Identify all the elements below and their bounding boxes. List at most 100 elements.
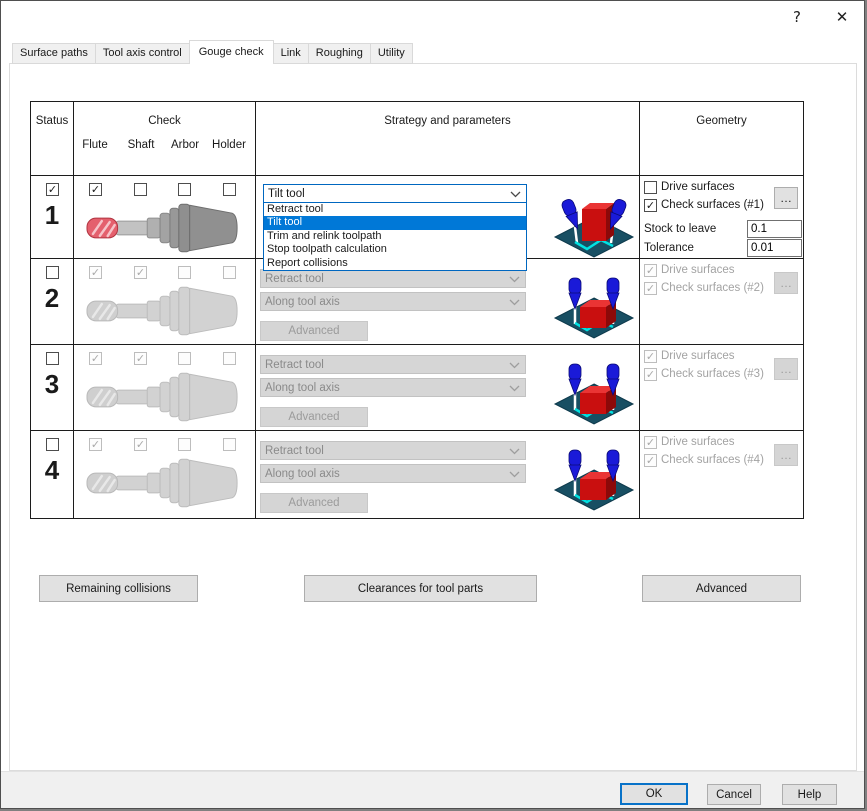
- row3-holder-checkbox: [223, 352, 236, 365]
- dropdown-option-retract-tool[interactable]: Retract tool: [264, 203, 526, 216]
- row3-collision-action-combobox: Retract tool: [260, 355, 526, 374]
- row3-shaft-checkbox: ✓: [134, 352, 147, 365]
- stock-to-leave-input[interactable]: [747, 220, 802, 238]
- chevron-down-icon: [509, 299, 520, 306]
- row1-holder-checkbox[interactable]: [223, 183, 236, 196]
- row4-check-cell: ✓ ✓: [74, 431, 256, 518]
- chevron-down-icon: [509, 385, 520, 392]
- row3-check-surfaces-checkbox: ✓: [644, 368, 657, 381]
- row1-flute-checkbox[interactable]: ✓: [89, 183, 102, 196]
- row1-strategy-cell: Tilt tool Retract tool Tilt tool Trim an…: [256, 176, 640, 259]
- dialog-footer: OK Cancel Help: [1, 771, 864, 809]
- row2-tool-assembly-icon: [86, 284, 246, 338]
- tab-gouge-check[interactable]: Gouge check: [189, 40, 274, 64]
- row2-retract-method-combobox: Along tool axis: [260, 292, 526, 311]
- row3-geometry-cell: ✓ Drive surfaces ✓ Check surfaces (#3) …: [640, 345, 803, 431]
- row4-retract-method-combobox: Along tool axis: [260, 464, 526, 483]
- header-flute: Flute: [82, 139, 108, 151]
- row3-select-surfaces-button: …: [774, 358, 798, 380]
- row4-holder-checkbox: [223, 438, 236, 451]
- row1-strategy-dropdown-list: Retract tool Tilt tool Trim and relink t…: [263, 202, 527, 271]
- chevron-down-icon: [509, 362, 520, 369]
- cancel-button[interactable]: Cancel: [707, 784, 761, 805]
- tab-bar: Surface paths Tool axis control Gouge ch…: [12, 40, 412, 64]
- row1-check-surfaces-checkbox[interactable]: ✓: [644, 199, 657, 212]
- row2-strategy-preview-icon: [549, 274, 639, 340]
- row1-drive-surfaces-checkbox[interactable]: [644, 181, 657, 194]
- header-arbor: Arbor: [171, 139, 199, 151]
- dropdown-option-trim-relink[interactable]: Trim and relink toolpath: [264, 230, 526, 243]
- row3-number: 3: [31, 369, 73, 400]
- row1-arbor-checkbox[interactable]: [178, 183, 191, 196]
- dropdown-option-stop-calculation[interactable]: Stop toolpath calculation: [264, 243, 526, 256]
- row3-advanced-button: Advanced: [260, 407, 368, 427]
- row2-strategy-cell: Retract tool Along tool axis Advanced: [256, 259, 640, 345]
- row1-strategy-combobox[interactable]: Tilt tool: [263, 184, 527, 203]
- header-geometry: Geometry: [640, 102, 803, 176]
- row1-shaft-checkbox[interactable]: [134, 183, 147, 196]
- row3-arbor-checkbox: [178, 352, 191, 365]
- row4-tool-assembly-icon: [86, 456, 246, 510]
- row4-strategy-cell: Retract tool Along tool axis Advanced: [256, 431, 640, 518]
- row4-select-surfaces-button: …: [774, 444, 798, 466]
- row3-retract-method-combobox: Along tool axis: [260, 378, 526, 397]
- row4-drive-surfaces-label: Drive surfaces: [661, 436, 735, 448]
- row4-status-checkbox[interactable]: [46, 438, 59, 451]
- tab-link[interactable]: Link: [273, 43, 309, 64]
- row2-collision-action-combobox: Retract tool: [260, 269, 526, 288]
- close-icon[interactable]: ✕: [829, 5, 855, 29]
- row4-drive-surfaces-checkbox: ✓: [644, 436, 657, 449]
- row3-status-checkbox[interactable]: [46, 352, 59, 365]
- row2-drive-surfaces-label: Drive surfaces: [661, 264, 735, 276]
- row3-drive-surfaces-checkbox: ✓: [644, 350, 657, 363]
- tolerance-input[interactable]: [747, 239, 802, 257]
- row4-advanced-button: Advanced: [260, 493, 368, 513]
- dialog-help-icon[interactable]: ?: [784, 5, 810, 29]
- row2-holder-checkbox: [223, 266, 236, 279]
- row4-shaft-checkbox: ✓: [134, 438, 147, 451]
- tab-surface-paths[interactable]: Surface paths: [12, 43, 96, 64]
- gouge-check-table: Status Check Flute Shaft Arbor Holder St…: [30, 101, 804, 519]
- header-shaft: Shaft: [128, 139, 155, 151]
- gouge-check-dialog: ? ✕ Surface paths Tool axis control Goug…: [0, 0, 865, 809]
- chevron-down-icon: [509, 448, 520, 455]
- row3-strategy-preview-icon: [549, 360, 639, 426]
- row1-status-cell: ✓ 1: [31, 176, 74, 259]
- row2-shaft-checkbox: ✓: [134, 266, 147, 279]
- row1-status-checkbox[interactable]: ✓: [46, 183, 59, 196]
- row1-select-surfaces-button[interactable]: …: [774, 187, 798, 209]
- tab-utility[interactable]: Utility: [370, 43, 413, 64]
- help-button[interactable]: Help: [782, 784, 837, 805]
- row1-tool-assembly-icon: [86, 201, 246, 255]
- row4-arbor-checkbox: [178, 438, 191, 451]
- row4-number: 4: [31, 455, 73, 486]
- row1-number: 1: [31, 200, 73, 231]
- header-check: Check Flute Shaft Arbor Holder: [74, 102, 256, 176]
- tab-tool-axis-control[interactable]: Tool axis control: [95, 43, 190, 64]
- row4-check-surfaces-checkbox: ✓: [644, 454, 657, 467]
- row2-check-cell: ✓ ✓: [74, 259, 256, 345]
- clearances-for-tool-parts-button[interactable]: Clearances for tool parts: [304, 575, 537, 602]
- row1-check-surfaces-label: Check surfaces (#1): [661, 199, 764, 211]
- row2-status-checkbox[interactable]: [46, 266, 59, 279]
- stock-to-leave-label: Stock to leave: [644, 223, 716, 235]
- tab-roughing[interactable]: Roughing: [308, 43, 371, 64]
- header-strategy: Strategy and parameters: [256, 102, 640, 176]
- row3-strategy-cell: Retract tool Along tool axis Advanced: [256, 345, 640, 431]
- dropdown-option-tilt-tool[interactable]: Tilt tool: [264, 216, 526, 229]
- row2-advanced-button: Advanced: [260, 321, 368, 341]
- advanced-button[interactable]: Advanced: [642, 575, 801, 602]
- row2-select-surfaces-button: …: [774, 272, 798, 294]
- dropdown-option-report-collisions[interactable]: Report collisions: [264, 257, 526, 270]
- remaining-collisions-button[interactable]: Remaining collisions: [39, 575, 198, 602]
- chevron-down-icon: [509, 471, 520, 478]
- chevron-down-icon: [509, 276, 520, 283]
- ok-button[interactable]: OK: [620, 783, 688, 805]
- row1-strategy-preview-icon: [549, 193, 639, 259]
- row4-check-surfaces-label: Check surfaces (#4): [661, 454, 764, 466]
- row3-flute-checkbox: ✓: [89, 352, 102, 365]
- row2-status-cell: 2: [31, 259, 74, 345]
- row2-arbor-checkbox: [178, 266, 191, 279]
- row4-status-cell: 4: [31, 431, 74, 518]
- row2-geometry-cell: ✓ Drive surfaces ✓ Check surfaces (#2) …: [640, 259, 803, 345]
